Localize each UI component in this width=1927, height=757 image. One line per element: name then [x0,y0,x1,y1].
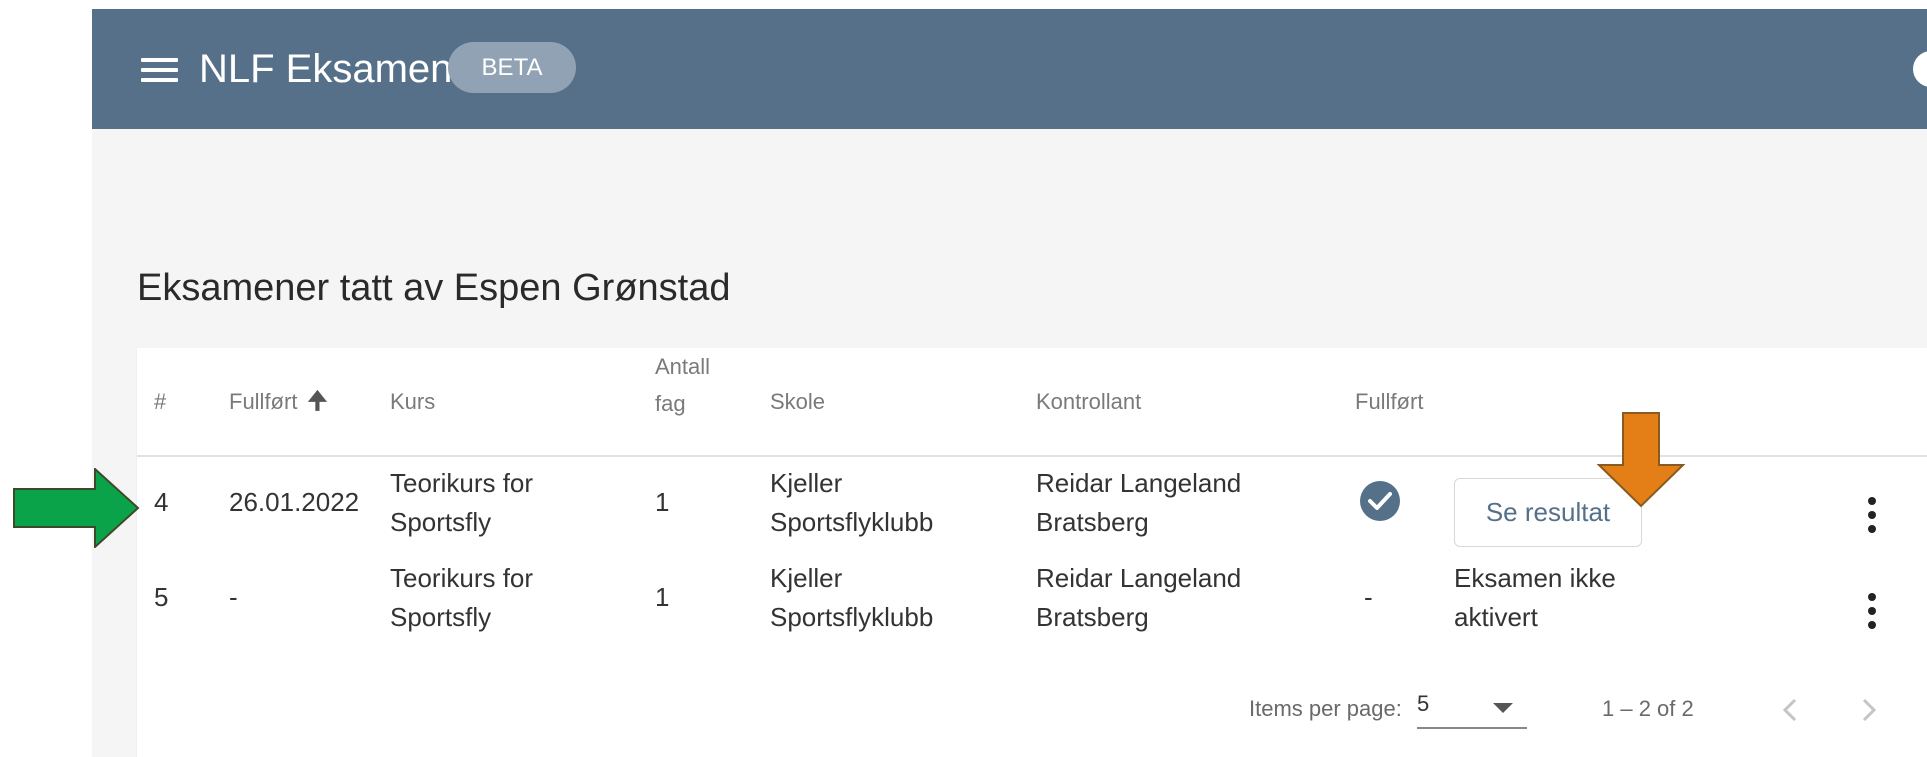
column-header-controller: Kontrollant [1036,389,1142,414]
row-school-line1: Kjeller [770,468,843,498]
column-header-index: # [154,389,167,414]
row-school-line1: Kjeller [770,563,843,593]
row-course-line1: Teorikurs for [390,563,534,593]
row-status-line1: Eksamen ikke [1454,563,1616,593]
next-page-button[interactable] [1850,692,1886,728]
row-course-line2: Sportsfly [390,507,492,537]
row-controller-line1: Reidar Langeland [1036,468,1242,498]
row-school-line2: Sportsflyklubb [770,507,934,537]
column-header-completed-date-label: Fullført [229,389,298,414]
row-controller-line2: Bratsberg [1036,602,1149,632]
row-course-line2: Sportsfly [390,602,492,632]
column-header-completed-date[interactable]: Fullført 🠉 [229,383,327,421]
chevron-right-icon [1862,698,1877,722]
row-subjects: 1 [655,487,670,517]
page-range-label: 1 – 2 of 2 [1602,696,1694,721]
row-school-line2: Sportsflyklubb [770,602,934,632]
row-status-line2: aktivert [1454,602,1538,632]
beta-badge: BETA [448,42,576,93]
row-subjects: 1 [655,582,670,612]
arrow-up-icon: 🠉 [307,388,328,415]
more-options-icon[interactable] [1862,497,1882,537]
orange-arrow-icon [1597,412,1685,508]
page-title: Eksamener tatt av Espen Grønstad [137,267,731,309]
green-arrow-icon [13,468,140,548]
items-per-page-label: Items per page: [1249,696,1402,721]
column-header-subjects-line2: fag [655,391,686,416]
chevron-down-icon [1493,703,1513,713]
column-header-course: Kurs [390,389,436,414]
row-index: 4 [154,487,169,517]
row-controller-line2: Bratsberg [1036,507,1149,537]
avatar[interactable] [1913,51,1927,87]
top-toolbar: NLF Eksamen BETA [92,9,1927,129]
exams-table-card: # Fullført 🠉 Kurs Antall fag Skole Kontro… [137,348,1927,757]
previous-page-button[interactable] [1773,692,1809,728]
row-completed: - [1364,582,1373,612]
column-header-completed: Fullført [1355,389,1424,414]
page-size-value: 5 [1417,691,1430,716]
check-circle-icon [1360,481,1400,521]
app-window: NLF Eksamen BETA Eksamener tatt av Espen… [92,9,1927,757]
row-index: 5 [154,582,169,612]
app-title: NLF Eksamen [199,47,453,91]
row-controller-line1: Reidar Langeland [1036,563,1242,593]
row-date: - [229,582,238,612]
row-course-line1: Teorikurs for [390,468,534,498]
column-header-school: Skole [770,389,826,414]
more-options-icon[interactable] [1862,593,1882,633]
page-size-select[interactable]: 5 [1417,689,1527,729]
menu-icon[interactable] [141,58,178,82]
column-header-subjects-line1: Antall [655,354,711,379]
row-date: 26.01.2022 [229,487,360,517]
chevron-left-icon [1782,698,1797,722]
